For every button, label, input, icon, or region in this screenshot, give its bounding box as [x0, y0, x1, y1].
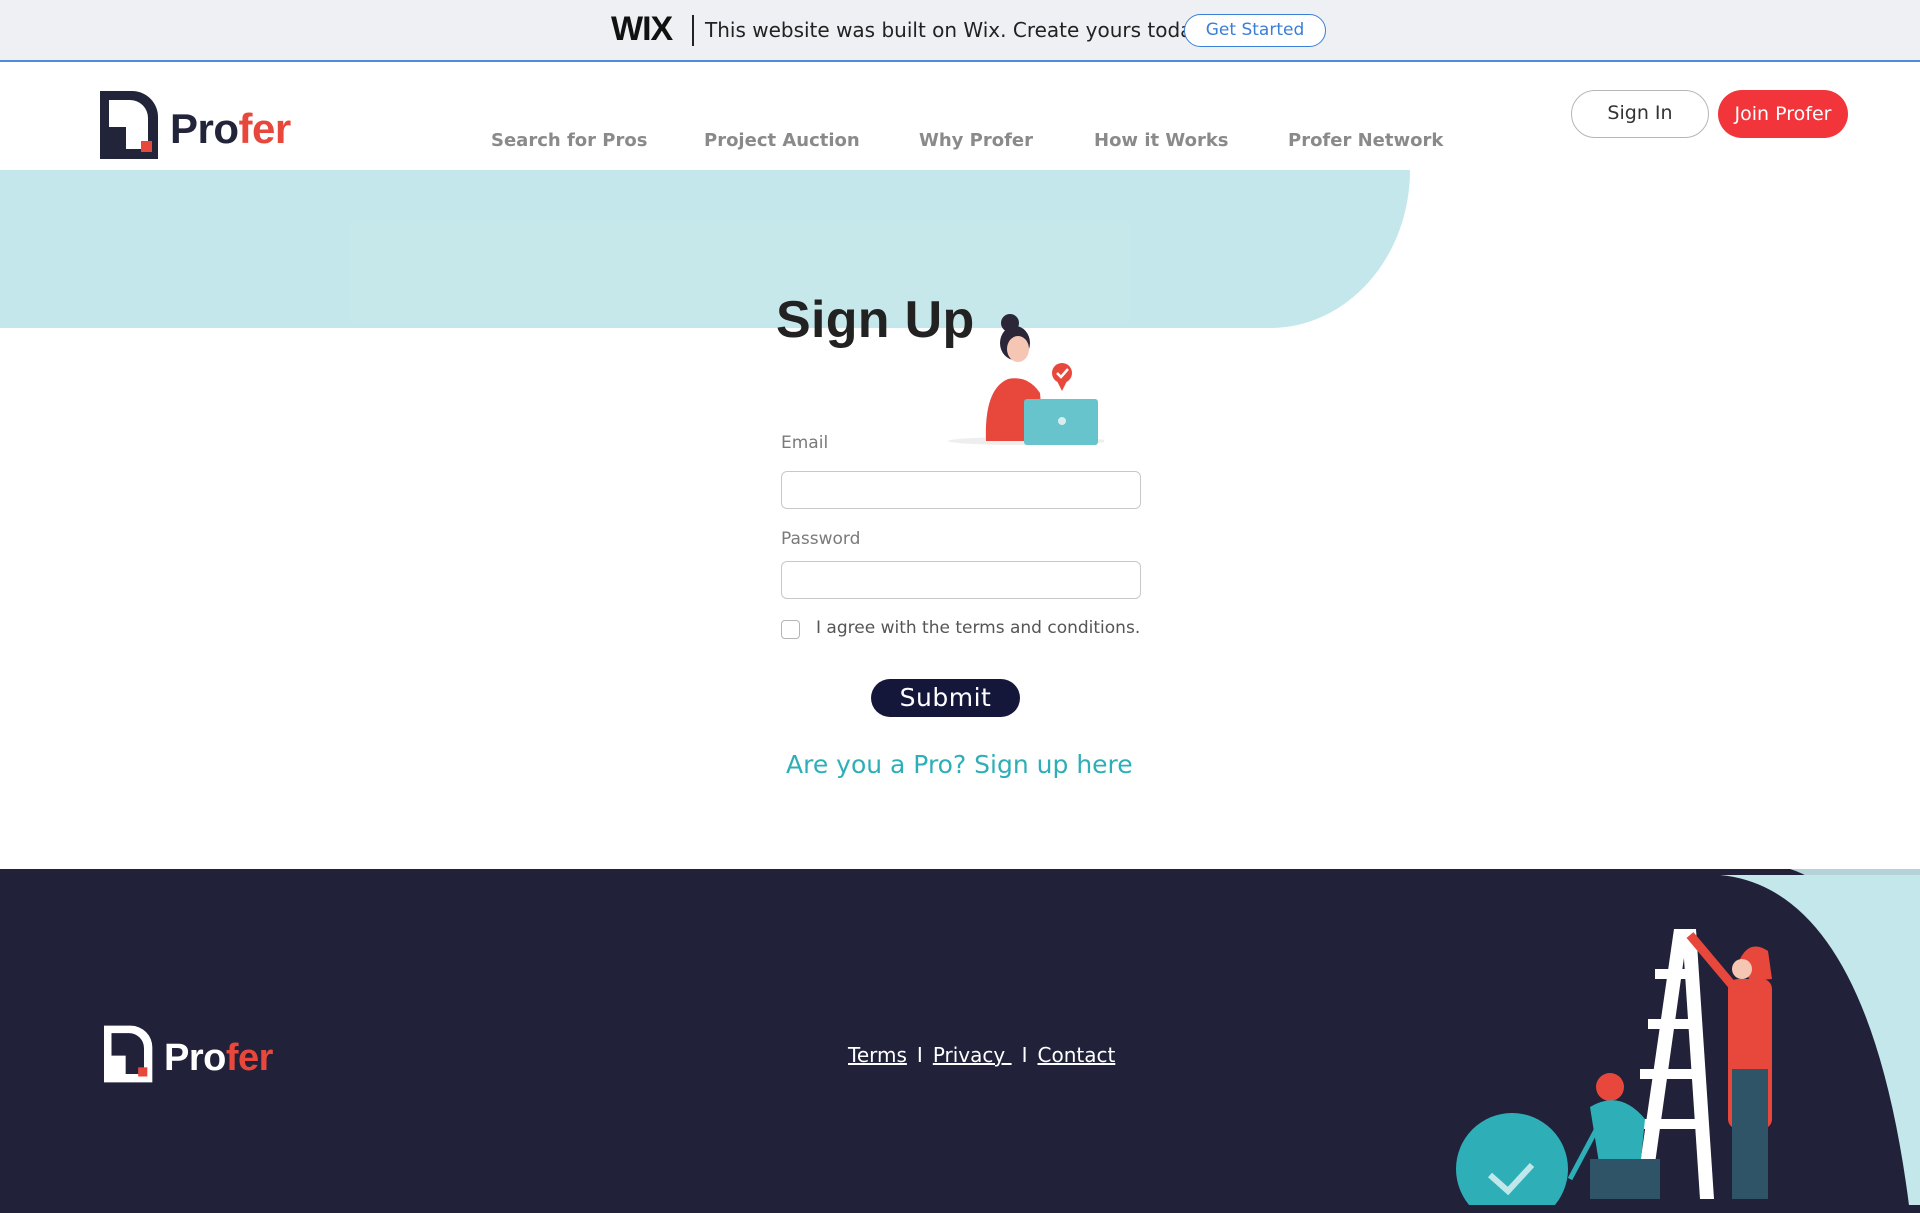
- nav-project-auction[interactable]: Project Auction: [704, 130, 860, 151]
- footer-privacy-link[interactable]: Privacy: [933, 1043, 1012, 1067]
- password-field[interactable]: [781, 561, 1141, 599]
- footer-terms-link[interactable]: Terms: [848, 1043, 907, 1067]
- sign-in-button[interactable]: Sign In: [1571, 90, 1709, 138]
- join-profer-button[interactable]: Join Profer: [1718, 90, 1848, 138]
- email-field[interactable]: [781, 471, 1141, 509]
- footer-logo-mark-icon: [104, 1025, 153, 1083]
- nav-profer-network[interactable]: Profer Network: [1288, 130, 1443, 151]
- wix-logo: WIX: [611, 10, 673, 48]
- email-label: Email: [781, 433, 829, 453]
- wix-divider: [692, 15, 694, 46]
- nav-search-for-pros[interactable]: Search for Pros: [491, 130, 647, 151]
- password-input[interactable]: [782, 562, 1140, 598]
- workers-ladder-illustration-icon: [1450, 869, 1920, 1213]
- terms-checkbox-label: I agree with the terms and conditions.: [816, 618, 1141, 638]
- footer-contact-link[interactable]: Contact: [1038, 1043, 1116, 1067]
- footer-logo[interactable]: Profer: [104, 1025, 284, 1085]
- wix-banner-message: This website was built on Wix. Create yo…: [705, 18, 1208, 42]
- wix-promo-banner: WIX This website was built on Wix. Creat…: [0, 0, 1920, 62]
- footer-links: Terms I Privacy I Contact: [848, 1043, 1115, 1067]
- wix-get-started-button[interactable]: Get Started: [1184, 14, 1326, 47]
- pro-signup-link[interactable]: Are you a Pro? Sign up here: [786, 750, 1133, 779]
- footer-logo-text: Profer: [164, 1037, 273, 1079]
- submit-button[interactable]: Submit: [871, 679, 1020, 717]
- woman-laptop-illustration-icon: [948, 314, 1104, 445]
- email-input[interactable]: [782, 472, 1140, 508]
- terms-checkbox[interactable]: [781, 620, 800, 639]
- footer-link-separator: I: [1021, 1043, 1028, 1067]
- footer-link-separator: I: [916, 1043, 923, 1067]
- nav-how-it-works[interactable]: How it Works: [1094, 130, 1229, 151]
- password-label: Password: [781, 529, 861, 549]
- nav-why-profer[interactable]: Why Profer: [919, 130, 1033, 151]
